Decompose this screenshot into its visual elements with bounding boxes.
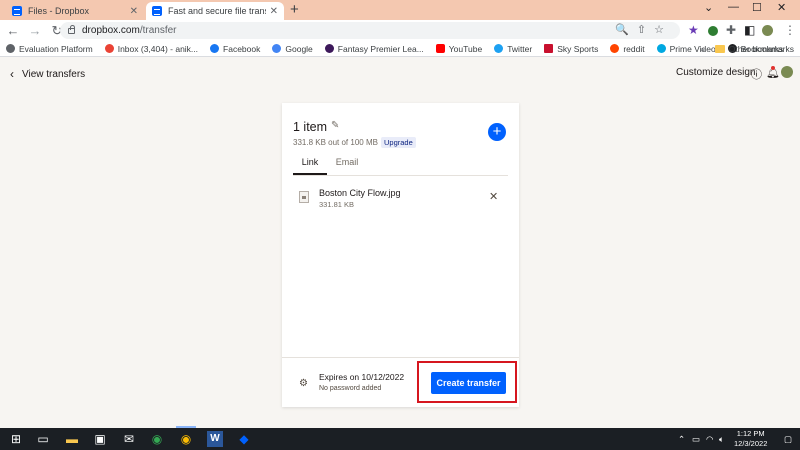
forward-arrow-icon[interactable]: → [26, 23, 44, 38]
folder-icon [714, 45, 725, 53]
file-explorer-icon[interactable]: ▬ [64, 431, 80, 447]
chrome-icon-active[interactable]: ◉ [178, 431, 194, 447]
clock-date: 12/3/2022 [734, 439, 768, 448]
browser-toolbar: ← → ↻ dropbox.com/transfer 🔍⇧☆ [0, 20, 800, 41]
customize-design-button[interactable]: Customize design [676, 67, 755, 78]
file-name: Boston City Flow.jpg [319, 188, 401, 198]
task-view-icon[interactable]: ▭ [35, 431, 51, 447]
add-files-button[interactable]: + [488, 123, 506, 141]
bookmark-sky-sports[interactable]: Sky Sports [544, 44, 598, 54]
view-transfers-link[interactable]: ‹ View transfers [10, 67, 85, 81]
bookmark-gmail[interactable]: Inbox (3,404) - anik... [104, 44, 198, 54]
create-transfer-button[interactable]: Create transfer [431, 372, 506, 394]
bookmark-facebook[interactable]: Facebook [210, 44, 260, 54]
bookmark-twitter[interactable]: Twitter [494, 44, 532, 54]
file-size: 331.81 KB [319, 200, 355, 209]
tray-chevron-icon[interactable]: ⌃ [678, 434, 685, 445]
battery-icon[interactable]: ▭ [692, 434, 700, 445]
extensions-puzzle-icon[interactable]: ✚ [726, 23, 736, 37]
bookmarks-bar: Evaluation Platform Inbox (3,404) - anik… [0, 41, 800, 57]
tab-title: Files - Dropbox [28, 6, 90, 16]
tab-search-icon[interactable]: ⌄ [704, 1, 713, 14]
bookmark-youtube[interactable]: YouTube [435, 44, 482, 54]
other-bookmarks[interactable]: » Other bookmarks [700, 44, 794, 54]
premier-league-icon [324, 44, 334, 53]
side-panel-icon[interactable]: ◧ [744, 23, 755, 37]
bookmark-fantasy-premier-league[interactable]: Fantasy Premier Lea... [324, 44, 424, 54]
active-app-indicator [176, 426, 196, 428]
tab-divider [293, 175, 508, 176]
store-icon[interactable]: ▣ [92, 431, 108, 447]
url-host: dropbox.com [82, 25, 140, 36]
view-transfers-label: View transfers [22, 68, 86, 80]
close-tab-icon[interactable]: ✕ [130, 6, 138, 17]
upgrade-badge[interactable]: Upgrade [381, 137, 416, 148]
bookmark-evaluation-platform[interactable]: Evaluation Platform [6, 44, 93, 54]
prime-video-icon [656, 44, 666, 53]
taskbar-clock[interactable]: 1:12 PM 12/3/2022 [734, 429, 767, 449]
transfer-header: ‹ View transfers Customize design ⓘ 🔔︎ [0, 58, 800, 88]
reddit-icon [610, 44, 620, 53]
profile-avatar[interactable] [762, 25, 773, 36]
extension-star-icon[interactable]: ★ [688, 23, 699, 37]
bookmark-google[interactable]: Google [272, 44, 313, 54]
facebook-icon [210, 44, 220, 53]
close-tab-icon[interactable]: ✕ [270, 6, 278, 17]
twitter-icon [494, 44, 504, 53]
extension-avatar-icon[interactable] [708, 26, 718, 36]
notifications-icon[interactable]: ▢ [784, 434, 792, 445]
new-tab-button[interactable]: + [290, 1, 299, 18]
browser-tab-strip: Files - Dropbox ✕ Fast and secure file t… [0, 0, 800, 20]
google-icon [272, 44, 282, 53]
apps-icon [6, 44, 15, 53]
windows-start-icon[interactable]: ⊞ [8, 431, 24, 447]
expiration-text[interactable]: Expires on 10/12/2022 [319, 372, 404, 382]
tab-email[interactable]: Email [333, 157, 361, 167]
omnibox-actions[interactable]: 🔍⇧☆ [615, 23, 672, 36]
address-bar[interactable]: dropbox.com/transfer 🔍⇧☆ [60, 22, 680, 39]
close-window-button[interactable]: ✕ [777, 1, 786, 14]
chrome-icon[interactable]: ◉ [149, 431, 165, 447]
mail-icon[interactable]: ✉ [121, 431, 137, 447]
more-bookmarks-chevron-icon[interactable]: » [700, 44, 705, 54]
maximize-button[interactable]: ☐ [752, 1, 762, 14]
tab-link[interactable]: Link [293, 157, 327, 175]
item-count-title: 1 item [293, 120, 328, 134]
dropbox-icon [152, 6, 162, 16]
dropbox-taskbar-icon[interactable]: ◆ [236, 431, 252, 447]
gmail-icon [104, 44, 114, 53]
minimize-button[interactable]: — [728, 1, 739, 13]
image-file-icon [299, 191, 309, 203]
password-status: No password added [319, 385, 382, 392]
account-avatar[interactable] [781, 66, 793, 78]
dropbox-icon [12, 6, 22, 16]
url-path: /transfer [139, 25, 177, 36]
bookmark-reddit[interactable]: reddit [610, 44, 645, 54]
notification-badge [771, 66, 775, 70]
remove-file-icon[interactable]: ✕ [489, 190, 498, 203]
sky-sports-icon [544, 44, 554, 53]
help-icon[interactable]: ⓘ [751, 66, 762, 82]
pencil-icon[interactable]: ✎ [331, 120, 339, 131]
youtube-icon [435, 44, 445, 53]
word-icon[interactable]: W [207, 431, 223, 447]
browser-tab-transfer[interactable]: Fast and secure file transfer - Dro ✕ [146, 2, 284, 20]
volume-icon[interactable]: 🔈︎ [719, 434, 724, 445]
windows-taskbar: ⊞ ▭ ▬ ▣ ✉ ◉ ◉ W ◆ ⌃ ▭ ◠ 🔈︎ 1:12 PM 12/3/… [0, 428, 800, 450]
wifi-icon[interactable]: ◠ [706, 434, 713, 445]
tab-title: Fast and secure file transfer - Dro [168, 6, 266, 16]
back-arrow-icon[interactable]: ← [4, 23, 22, 38]
gear-icon[interactable]: ⚙ [299, 378, 308, 389]
browser-tab-files[interactable]: Files - Dropbox ✕ [6, 2, 144, 20]
chevron-left-icon: ‹ [10, 67, 14, 81]
chrome-menu-icon[interactable]: ⋮ [784, 23, 796, 37]
capacity-text: 331.8 KB out of 100 MB [293, 138, 378, 147]
clock-time: 1:12 PM [736, 429, 765, 438]
lock-icon [68, 24, 75, 34]
